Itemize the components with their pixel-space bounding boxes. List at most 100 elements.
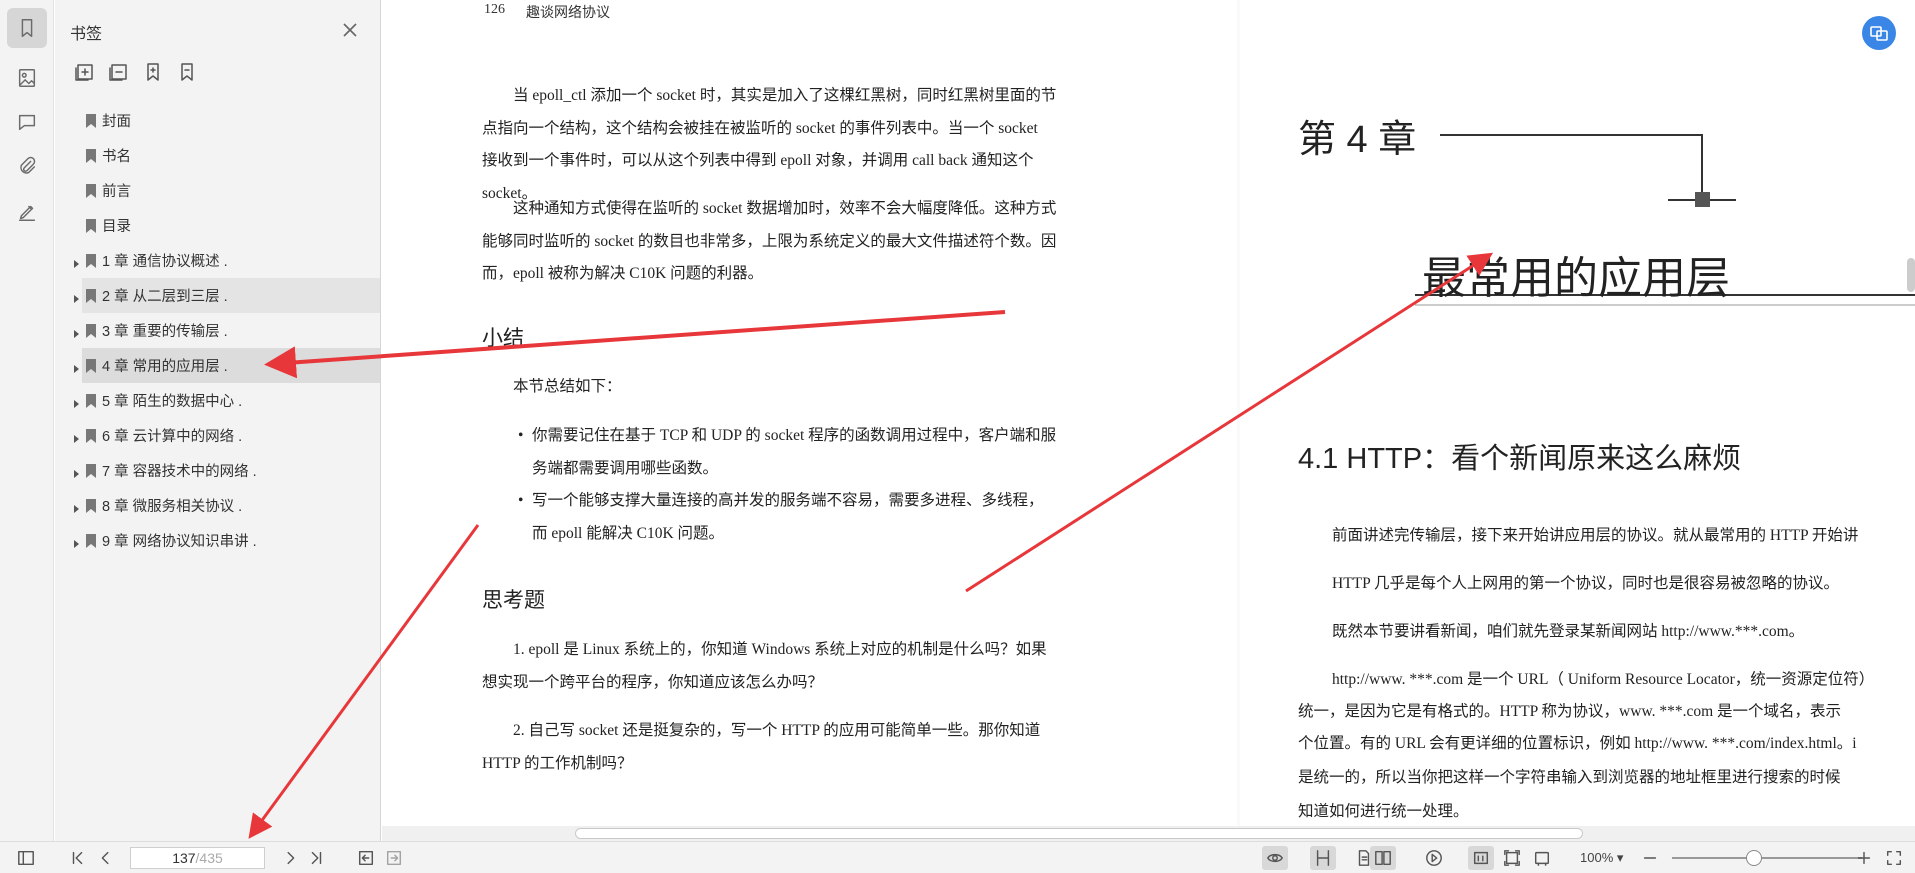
sidebar-toggle-icon[interactable]	[16, 848, 36, 868]
close-icon[interactable]	[340, 20, 360, 40]
zoom-in-icon[interactable]	[1854, 848, 1874, 868]
add-bookmark-icon[interactable]	[143, 62, 163, 82]
vertical-scrollbar[interactable]	[1907, 258, 1915, 292]
bookmark-icon	[85, 498, 97, 514]
body-line: HTTP 几乎是每个人上网用的第一个协议，同时也是很容易被忽略的协议。	[1332, 575, 1840, 592]
bookmark-icon	[85, 288, 97, 304]
fit-width-icon[interactable]	[1532, 848, 1552, 868]
bookmark-icon	[85, 218, 97, 234]
first-page-icon[interactable]	[68, 848, 88, 868]
page-number: 126	[484, 2, 505, 17]
section-title: 4.1 HTTP：看个新闻原来这么麻烦	[1298, 443, 1742, 475]
bookmark-icon	[85, 428, 97, 444]
bookmark-label: 书名	[102, 149, 131, 165]
expand-arrow-icon[interactable]	[71, 501, 81, 513]
page-right: 第 4 章 最常用的应用层 4.1 HTTP：看个新闻原来这么麻烦 前面讲述完传…	[1240, 0, 1915, 826]
last-page-icon[interactable]	[306, 848, 326, 868]
expand-arrow-icon[interactable]	[71, 431, 81, 443]
actual-size-icon[interactable]	[1468, 846, 1494, 870]
zoom-out-icon[interactable]	[1640, 848, 1660, 868]
bookmark-item[interactable]: 6 章 云计算中的网络 .	[55, 418, 381, 453]
fit-page-icon[interactable]	[1502, 848, 1522, 868]
summary-bullet: • 写一个能够支撑大量连接的高并发的服务端不容易，需要多进程、多线程，而 epol…	[518, 492, 1044, 542]
paragraph: 当 epoll_ctl 添加一个 socket 时，其实是加入了这棵红黑树，同时…	[482, 87, 1057, 202]
expand-arrow-icon[interactable]	[71, 361, 81, 373]
bottom-toolbar: 137/435 100% ▾	[0, 841, 1915, 873]
bookmark-label: 5 章 陌生的数据中心 .	[102, 394, 243, 410]
expand-arrow-icon[interactable]	[71, 291, 81, 303]
attachment-icon[interactable]	[7, 146, 47, 186]
document-view[interactable]: 126 趣谈网络协议 当 epoll_ctl 添加一个 socket 时，其实是…	[382, 0, 1915, 841]
body-line: 个位置。有的 URL 会有更详细的位置标识，例如 http://www. ***…	[1298, 735, 1857, 752]
body-line: 前面讲述完传输层，接下来开始讲应用层的协议。就从最常用的 HTTP 开始讲	[1332, 527, 1859, 544]
question: 1. epoll 是 Linux 系统上的，你知道 Windows 系统上对应的…	[482, 641, 1047, 691]
chapter-title: 最常用的应用层	[1422, 254, 1730, 303]
body-line: 是统一的，所以当你把这样一个字符串输入到浏览器的地址框里进行搜索的时候	[1298, 769, 1841, 786]
comment-icon[interactable]	[7, 102, 47, 142]
running-title: 趣谈网络协议	[526, 6, 610, 21]
bookmark-item[interactable]: 7 章 容器技术中的网络 .	[55, 453, 381, 488]
bookmark-item[interactable]: 8 章 微服务相关协议 .	[55, 488, 381, 523]
bookmark-item[interactable]: 前言	[55, 173, 381, 208]
zoom-slider[interactable]	[1672, 857, 1862, 859]
pdf-reader-window: 书签 封面书名前言目录 1 章 通信协议概述 . 2 章 从二层到三层 . 3 章 重…	[0, 0, 1915, 873]
bookmark-label: 3 章 重要的传输层 .	[102, 324, 228, 340]
zoom-select[interactable]: 100% ▾	[1580, 850, 1623, 866]
expand-arrow-icon[interactable]	[71, 536, 81, 548]
next-page-icon[interactable]	[280, 848, 300, 868]
forward-icon[interactable]	[384, 848, 404, 868]
paragraph: 这种通知方式使得在监听的 socket 数据增加时，效率不会大幅度降低。这种方式…	[482, 200, 1057, 282]
expand-arrow-icon[interactable]	[71, 396, 81, 408]
bookmark-icon	[85, 463, 97, 479]
bookmark-icon	[85, 148, 97, 164]
expand-arrow-icon[interactable]	[71, 466, 81, 478]
expand-arrow-icon[interactable]	[71, 326, 81, 338]
zoom-slider-handle[interactable]	[1746, 850, 1762, 866]
back-icon[interactable]	[356, 848, 376, 868]
body-line: 统一，是因为它是有格式的。HTTP 称为协议，www. ***.com 是一个域…	[1298, 703, 1842, 720]
thumbnail-icon[interactable]	[7, 58, 47, 98]
expand-arrow-icon[interactable]	[71, 256, 81, 268]
remove-bookmark-icon[interactable]	[177, 62, 197, 82]
bookmark-item[interactable]: 5 章 陌生的数据中心 .	[55, 383, 381, 418]
horizontal-scrollbar[interactable]	[382, 826, 1915, 841]
bookmark-panel: 书签 封面书名前言目录 1 章 通信协议概述 . 2 章 从二层到三层 . 3 章 重…	[55, 0, 381, 841]
bookmark-label: 9 章 网络协议知识串讲 .	[102, 534, 257, 550]
bookmark-label: 目录	[102, 219, 131, 235]
body-line: http://www. ***.com 是一个 URL（ Uniform Res…	[1332, 671, 1875, 688]
play-icon[interactable]	[1424, 848, 1444, 868]
side-rail	[0, 0, 54, 841]
bookmark-icon	[85, 113, 97, 129]
eye-protection-icon[interactable]	[1262, 846, 1288, 870]
bookmark-icon	[85, 183, 97, 199]
bookmark-label: 封面	[102, 114, 131, 130]
body-line: 既然本节要讲看新闻，咱们就先登录某新闻网站 http://www.***.com…	[1332, 623, 1805, 640]
bookmark-label: 前言	[102, 184, 131, 200]
bookmark-icon	[85, 253, 97, 269]
bookmark-item[interactable]: 9 章 网络协议知识串讲 .	[55, 523, 381, 558]
scrollbar-thumb[interactable]	[575, 828, 1583, 839]
translate-icon[interactable]	[1862, 16, 1896, 50]
prev-page-icon[interactable]	[96, 848, 116, 868]
bookmark-item[interactable]: 4 章 常用的应用层 .	[55, 348, 381, 383]
questions-heading: 思考题	[482, 588, 545, 612]
page-number-input[interactable]: 137/435	[130, 847, 265, 869]
continuous-view-icon[interactable]	[1310, 846, 1336, 870]
bookmark-item[interactable]: 目录	[55, 208, 381, 243]
current-page: 137	[172, 850, 196, 866]
two-page-icon[interactable]	[1370, 846, 1396, 870]
bookmark-panel-icon[interactable]	[7, 8, 47, 48]
bookmark-item[interactable]: 2 章 从二层到三层 .	[55, 278, 381, 313]
signature-icon[interactable]	[7, 192, 47, 232]
question: 2. 自己写 socket 还是挺复杂的，写一个 HTTP 的应用可能简单一些。…	[482, 722, 1041, 772]
bookmark-item[interactable]: 书名	[55, 138, 381, 173]
bookmark-item[interactable]: 3 章 重要的传输层 .	[55, 313, 381, 348]
fullscreen-icon[interactable]	[1884, 848, 1904, 868]
bookmark-item[interactable]: 封面	[55, 103, 381, 138]
panel-title: 书签	[70, 26, 103, 43]
total-pages: /435	[195, 850, 223, 866]
expand-all-icon[interactable]	[75, 62, 95, 82]
bookmark-toolbar	[75, 62, 197, 82]
bookmark-item[interactable]: 1 章 通信协议概述 .	[55, 243, 381, 278]
collapse-all-icon[interactable]	[109, 62, 129, 82]
